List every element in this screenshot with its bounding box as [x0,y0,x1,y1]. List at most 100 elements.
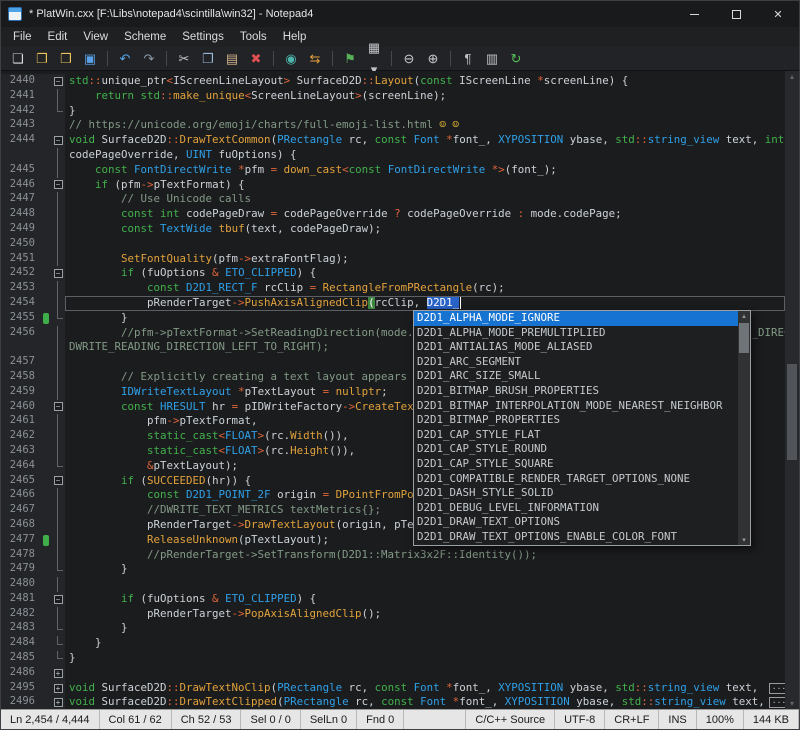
code-text[interactable]: return std::make_unique<ScreenLineLayout… [65,89,785,104]
cut-button[interactable]: ✂ [173,48,195,70]
line-number[interactable]: 2456 [1,326,41,341]
line-number[interactable]: 2482 [1,607,41,622]
marker-margin[interactable] [41,577,51,592]
line-number[interactable]: 2483 [1,621,41,636]
fold-expand-icon[interactable]: + [54,684,63,693]
line-number[interactable]: 2478 [1,548,41,563]
fold-margin[interactable]: − [51,133,65,148]
fold-expand-icon[interactable]: + [54,669,63,678]
marker-margin[interactable] [41,444,51,459]
code-text[interactable]: const int codePageDraw = codePageOverrid… [65,207,785,222]
marker-margin[interactable] [41,326,51,341]
line-number[interactable]: 2453 [1,281,41,296]
menu-scheme[interactable]: Scheme [116,31,174,43]
code-text[interactable]: const D2D1_RECT_F rcClip = RectangleFrom… [65,281,785,296]
marker-margin[interactable] [41,474,51,489]
marker-margin[interactable] [41,651,51,666]
marker-margin[interactable] [41,178,51,193]
find-button[interactable]: ◉ [280,48,302,70]
line-number[interactable]: 2458 [1,370,41,385]
line-number[interactable]: 2461 [1,414,41,429]
fold-collapse-icon[interactable]: − [54,180,63,189]
fold-margin[interactable] [51,326,65,341]
fold-margin[interactable]: − [51,74,65,89]
marker-margin[interactable] [41,74,51,89]
marker-margin[interactable] [41,222,51,237]
autocomplete-item[interactable]: D2D1_ARC_SIZE_SMALL [414,369,738,384]
open-file-button[interactable]: ❐ [31,48,53,70]
marker-margin[interactable] [41,237,51,252]
fold-margin[interactable]: + [51,681,65,696]
line-number[interactable]: 2443 [1,118,41,133]
code-text[interactable]: const TextWide tbuf(text, codePageDraw); [65,222,785,237]
fold-margin[interactable] [51,429,65,444]
fold-margin[interactable] [51,414,65,429]
line-number[interactable]: 2460 [1,400,41,415]
marker-margin[interactable] [41,681,51,696]
fold-margin[interactable] [51,621,65,636]
code-text[interactable]: void SurfaceD2D::DrawTextNoClip(PRectang… [65,681,785,696]
show-marks-button[interactable]: ▥ [481,48,503,70]
line-number[interactable]: 2454 [1,296,41,311]
marker-margin[interactable] [41,607,51,622]
marker-margin[interactable] [41,355,51,370]
marker-margin[interactable] [41,429,51,444]
code-text[interactable]: // https://unicode.org/emoji/charts/full… [65,118,785,133]
line-number[interactable] [1,340,41,355]
marker-margin[interactable] [41,340,51,355]
status-segment[interactable]: Fnd 0 [357,710,404,729]
fold-collapse-icon[interactable]: − [54,136,63,145]
marker-margin[interactable] [41,118,51,133]
status-segment[interactable]: Sel 0 / 0 [241,710,300,729]
autocomplete-item[interactable]: D2D1_DRAW_TEXT_OPTIONS [414,515,738,530]
app-icon[interactable] [8,7,22,21]
fold-margin[interactable] [51,385,65,400]
popup-scroll-down-icon[interactable]: ▾ [742,536,746,544]
marker-margin[interactable] [41,562,51,577]
menu-view[interactable]: View [75,31,116,43]
status-segment[interactable]: CR+LF [605,710,659,729]
fold-margin[interactable] [51,503,65,518]
line-number[interactable]: 2481 [1,592,41,607]
marker-margin[interactable] [41,281,51,296]
bookmark-button[interactable]: ⚑ [339,48,361,70]
fold-margin[interactable] [51,296,65,311]
fold-margin[interactable] [51,370,65,385]
fold-collapse-icon[interactable]: − [54,402,63,411]
code-text[interactable]: // Use Unicode calls [65,192,785,207]
autocomplete-item[interactable]: D2D1_CAP_STYLE_ROUND [414,442,738,457]
code-text[interactable]: if (fuOptions & ETO_CLIPPED) { [65,592,785,607]
fold-margin[interactable] [51,252,65,267]
undo-button[interactable]: ↶ [114,48,136,70]
close-button[interactable]: ✕ [757,1,799,27]
reload-button[interactable]: ↻ [505,48,527,70]
code-text[interactable] [65,666,785,681]
line-number[interactable]: 2442 [1,104,41,119]
line-number[interactable]: 2445 [1,163,41,178]
autocomplete-item[interactable]: D2D1_COMPATIBLE_RENDER_TARGET_OPTIONS_NO… [414,472,738,487]
code-text[interactable]: if (pfm->pTextFormat) { [65,178,785,193]
fold-margin[interactable] [51,355,65,370]
line-number[interactable]: 2447 [1,192,41,207]
status-segment[interactable]: INS [659,710,696,729]
marker-margin[interactable] [41,400,51,415]
marker-margin[interactable] [41,666,51,681]
scroll-down-icon[interactable]: ▾ [790,699,794,708]
code-text[interactable]: codePageOverride, UINT fuOptions) { [65,148,785,163]
marker-margin[interactable] [41,163,51,178]
line-number[interactable]: 2452 [1,266,41,281]
fold-margin[interactable] [51,459,65,474]
fold-margin[interactable]: − [51,474,65,489]
code-text[interactable]: } [65,104,785,119]
status-segment[interactable]: Ln 2,454 / 4,444 [1,710,100,729]
fold-margin[interactable] [51,148,65,163]
fold-margin[interactable] [51,651,65,666]
fold-margin[interactable]: − [51,266,65,281]
status-segment[interactable]: 100% [697,710,744,729]
marker-margin[interactable] [41,89,51,104]
code-text[interactable]: pRenderTarget->PopAxisAlignedClip(); [65,607,785,622]
line-number[interactable]: 2467 [1,503,41,518]
line-number[interactable]: 2466 [1,488,41,503]
line-number[interactable]: 2450 [1,237,41,252]
autocomplete-item[interactable]: D2D1_ALPHA_MODE_IGNORE [414,311,738,326]
